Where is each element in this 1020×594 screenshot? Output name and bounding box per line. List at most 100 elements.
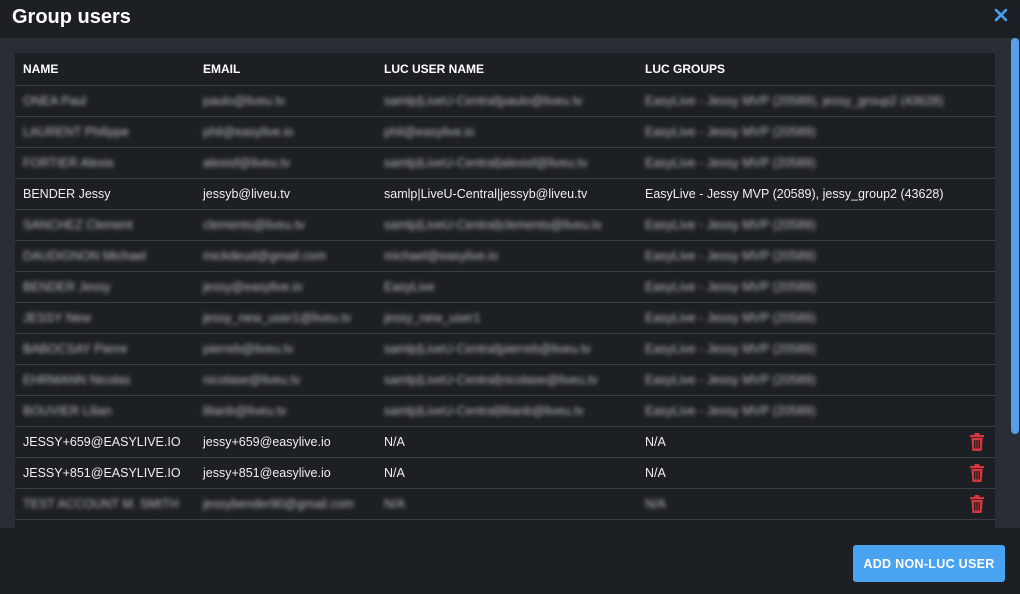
column-header-luc-user-name[interactable]: LUC USER NAME: [376, 53, 637, 86]
table-row[interactable]: JESSY New jessy_new_user1@liveu.tv jessy_n…: [15, 302, 995, 334]
cell-name: ONEA Paul: [15, 85, 195, 117]
column-header-email[interactable]: EMAIL: [195, 53, 376, 86]
trash-icon[interactable]: [969, 464, 985, 482]
column-header-actions: [955, 53, 995, 86]
cell-actions: [955, 85, 995, 117]
table-row[interactable]: SANCHEZ Clement clements@liveu.tv samlp|Li…: [15, 209, 995, 241]
cell-luc-groups: EasyLive - Jessy MVP (20589): [637, 116, 955, 148]
cell-email: nicolase@liveu.tv: [195, 364, 376, 396]
table-body: ONEA Paul paulo@liveu.tv samlp|LiveU-Centr…: [15, 85, 995, 520]
add-non-luc-user-button[interactable]: ADD NON-LUC USER: [853, 545, 1005, 582]
table-row[interactable]: FORTIER Alexis alexisf@liveu.tv samlp|Live…: [15, 147, 995, 179]
cell-luc-user-name: phil@easylive.io: [376, 116, 637, 148]
group-users-modal: Group users NAME EMAIL LUC USER NAME LUC…: [0, 0, 1020, 594]
table-row[interactable]: TEST ACCOUNT M. SMITH jessybender90@gmail…: [15, 488, 995, 520]
cell-luc-groups: EasyLive - Jessy MVP (20589): [637, 395, 955, 427]
cell-name: LAURENT Philippe: [15, 116, 195, 148]
cell-actions: [955, 333, 995, 365]
cell-email: phil@easylive.io: [195, 116, 376, 148]
users-table: NAME EMAIL LUC USER NAME LUC GROUPS ONEA…: [15, 53, 995, 520]
cell-luc-groups: N/A: [637, 426, 955, 458]
table-row[interactable]: LAURENT Philippe phil@easylive.io phil@eas…: [15, 116, 995, 148]
cell-actions: [955, 147, 995, 179]
cell-luc-groups: EasyLive - Jessy MVP (20589): [637, 240, 955, 272]
cell-name: SANCHEZ Clement: [15, 209, 195, 241]
cell-email: mickdeud@gmail.com: [195, 240, 376, 272]
cell-luc-groups: N/A: [637, 488, 955, 520]
cell-luc-user-name: jessy_new_user1: [376, 302, 637, 334]
cell-name: FORTIER Alexis: [15, 147, 195, 179]
cell-name: BABOCSAY Pierre: [15, 333, 195, 365]
cell-luc-groups: N/A: [637, 457, 955, 489]
cell-luc-user-name: N/A: [376, 426, 637, 458]
cell-email: clements@liveu.tv: [195, 209, 376, 241]
cell-email: pierreb@liveu.tv: [195, 333, 376, 365]
cell-email: jessybender90@gmail.com: [195, 488, 376, 520]
cell-name: EHRMANN Nicolas: [15, 364, 195, 396]
cell-actions: [955, 271, 995, 303]
cell-luc-groups: EasyLive - Jessy MVP (20589), jessy_grou…: [637, 178, 955, 210]
table-row[interactable]: ONEA Paul paulo@liveu.tv samlp|LiveU-Centr…: [15, 85, 995, 117]
cell-name: BENDER Jessy: [15, 178, 195, 210]
cell-luc-groups: EasyLive - Jessy MVP (20589): [637, 271, 955, 303]
cell-actions: [955, 209, 995, 241]
cell-name: JESSY+659@EASYLIVE.IO: [15, 426, 195, 458]
cell-luc-user-name: samlp|LiveU-Central|nicolase@liveu.tv: [376, 364, 637, 396]
modal-body: NAME EMAIL LUC USER NAME LUC GROUPS ONEA…: [0, 38, 1020, 528]
cell-luc-user-name: N/A: [376, 457, 637, 489]
cell-actions: [955, 116, 995, 148]
cell-email: lilianb@liveu.tv: [195, 395, 376, 427]
cell-name: DAUDIGNON Michael: [15, 240, 195, 272]
cell-name: TEST ACCOUNT M. SMITH: [15, 488, 195, 520]
trash-icon[interactable]: [969, 433, 985, 451]
close-icon[interactable]: [994, 8, 1008, 22]
column-header-name[interactable]: NAME: [15, 53, 195, 86]
cell-name: JESSY New: [15, 302, 195, 334]
cell-email: jessy+659@easylive.io: [195, 426, 376, 458]
cell-luc-user-name: samlp|LiveU-Central|clements@liveu.tv: [376, 209, 637, 241]
table-row[interactable]: JESSY+851@EASYLIVE.IO jessy+851@easylive.…: [15, 457, 995, 489]
users-table-container: NAME EMAIL LUC USER NAME LUC GROUPS ONEA…: [15, 53, 995, 528]
cell-luc-user-name: samlp|LiveU-Central|lilianb@liveu.tv: [376, 395, 637, 427]
cell-actions: [955, 426, 995, 458]
cell-actions: [955, 240, 995, 272]
cell-email: jessy_new_user1@liveu.tv: [195, 302, 376, 334]
table-header-row: NAME EMAIL LUC USER NAME LUC GROUPS: [15, 53, 995, 86]
modal-footer: ADD NON-LUC USER: [0, 528, 1020, 594]
cell-email: paulo@liveu.tv: [195, 85, 376, 117]
cell-email: jessy@easylive.io: [195, 271, 376, 303]
cell-email: alexisf@liveu.tv: [195, 147, 376, 179]
cell-luc-user-name: samlp|LiveU-Central|pierreb@liveu.tv: [376, 333, 637, 365]
cell-luc-groups: EasyLive - Jessy MVP (20589): [637, 147, 955, 179]
cell-luc-user-name: samlp|LiveU-Central|alexisf@liveu.tv: [376, 147, 637, 179]
cell-actions: [955, 178, 995, 210]
cell-name: JESSY+851@EASYLIVE.IO: [15, 457, 195, 489]
cell-luc-user-name: samlp|LiveU-Central|paulo@liveu.tv: [376, 85, 637, 117]
table-row[interactable]: BABOCSAY Pierre pierreb@liveu.tv samlp|Liv…: [15, 333, 995, 365]
table-row[interactable]: DAUDIGNON Michael mickdeud@gmail.com micha…: [15, 240, 995, 272]
table-row[interactable]: BOUVIER Lilian lilianb@liveu.tv samlp|Live…: [15, 395, 995, 427]
table-row[interactable]: BENDER Jessy jessy@easylive.io EasyLive Eas…: [15, 271, 995, 303]
cell-luc-user-name: N/A: [376, 488, 637, 520]
cell-luc-user-name: EasyLive: [376, 271, 637, 303]
table-row[interactable]: BENDER Jessy jessyb@liveu.tv samlp|LiveU-C…: [15, 178, 995, 210]
table-row[interactable]: EHRMANN Nicolas nicolase@liveu.tv samlp|Li…: [15, 364, 995, 396]
cell-actions: [955, 364, 995, 396]
scrollbar-thumb[interactable]: [1011, 38, 1019, 434]
column-header-luc-groups[interactable]: LUC GROUPS: [637, 53, 955, 86]
cell-luc-groups: EasyLive - Jessy MVP (20589), jessy_grou…: [637, 85, 955, 117]
modal-header: Group users: [0, 0, 1020, 38]
cell-actions: [955, 395, 995, 427]
cell-luc-user-name: michael@easylive.io: [376, 240, 637, 272]
cell-luc-groups: EasyLive - Jessy MVP (20589): [637, 209, 955, 241]
cell-name: BOUVIER Lilian: [15, 395, 195, 427]
cell-luc-user-name: samlp|LiveU-Central|jessyb@liveu.tv: [376, 178, 637, 210]
cell-luc-groups: EasyLive - Jessy MVP (20589): [637, 333, 955, 365]
cell-luc-groups: EasyLive - Jessy MVP (20589): [637, 364, 955, 396]
table-row[interactable]: JESSY+659@EASYLIVE.IO jessy+659@easylive.…: [15, 426, 995, 458]
trash-icon[interactable]: [969, 495, 985, 513]
cell-luc-groups: EasyLive - Jessy MVP (20589): [637, 302, 955, 334]
cell-actions: [955, 488, 995, 520]
cell-name: BENDER Jessy: [15, 271, 195, 303]
modal-title: Group users: [12, 6, 131, 28]
